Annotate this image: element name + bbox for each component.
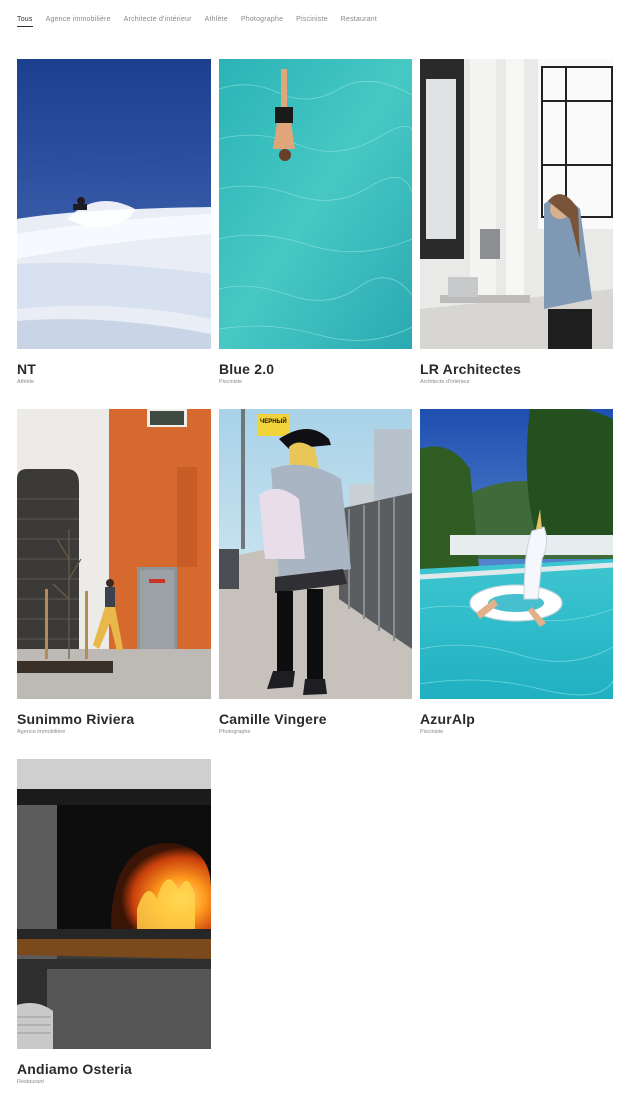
project-card-blue[interactable]: Blue 2.0 Pisciniste xyxy=(219,59,412,409)
project-title[interactable]: Blue 2.0 xyxy=(219,361,412,377)
project-title[interactable]: Camille Vingere xyxy=(219,711,412,727)
project-category: Pisciniste xyxy=(420,729,444,735)
project-title[interactable]: LR Architectes xyxy=(420,361,613,377)
filter-real-estate-agency[interactable]: Agence immobilière xyxy=(46,16,111,27)
street-sign-text: ЧЕРНЫЙ xyxy=(260,417,287,425)
filter-photographer[interactable]: Photographe xyxy=(241,16,283,27)
project-card-camille-vingere[interactable]: ЧЕРНЫЙ Camille Vingere Photographe xyxy=(219,409,412,759)
project-image-office-woman[interactable] xyxy=(420,59,613,349)
project-title[interactable]: NT xyxy=(17,361,211,377)
filter-interior-architect[interactable]: Architecte d'intérieur xyxy=(124,16,192,27)
project-image-pool-diver[interactable] xyxy=(219,59,412,349)
project-title[interactable]: Andiamo Osteria xyxy=(17,1061,211,1077)
project-category: Agence immobilière xyxy=(17,729,66,735)
project-category: Restaurant xyxy=(17,1079,44,1085)
project-card-nt[interactable]: NT Athlète xyxy=(17,59,211,409)
project-image-unicorn-float[interactable] xyxy=(420,409,613,699)
project-category: Pisciniste xyxy=(219,379,243,385)
portfolio-filter-bar: Tous Agence immobilière Architecte d'int… xyxy=(17,16,377,27)
project-category: Athlète xyxy=(17,379,35,385)
project-category: Photographe xyxy=(219,729,251,735)
portfolio-grid: NT Athlète Blue 2.0 Pisciniste LR Archit… xyxy=(17,59,613,1102)
project-image-orange-building[interactable] xyxy=(17,409,211,699)
filter-all[interactable]: Tous xyxy=(17,16,33,27)
project-card-lr-architectes[interactable]: LR Architectes Architecte d'intérieur xyxy=(420,59,613,409)
project-category: Architecte d'intérieur xyxy=(420,379,470,385)
project-title[interactable]: AzurAlp xyxy=(420,711,613,727)
filter-pool-builder[interactable]: Pisciniste xyxy=(296,16,328,27)
project-card-azuralp[interactable]: AzurAlp Pisciniste xyxy=(420,409,613,759)
project-card-sunimmo-riviera[interactable]: Sunimmo Riviera Agence immobilière xyxy=(17,409,211,759)
project-title[interactable]: Sunimmo Riviera xyxy=(17,711,211,727)
project-card-andiamo-osteria[interactable]: Andiamo Osteria Restaurant xyxy=(17,759,211,1102)
filter-restaurant[interactable]: Restaurant xyxy=(341,16,377,27)
project-image-skier[interactable] xyxy=(17,59,211,349)
project-image-pizza-oven[interactable] xyxy=(17,759,211,1049)
filter-athlete[interactable]: Athlète xyxy=(205,16,228,27)
project-image-street-walker[interactable]: ЧЕРНЫЙ xyxy=(219,409,412,699)
